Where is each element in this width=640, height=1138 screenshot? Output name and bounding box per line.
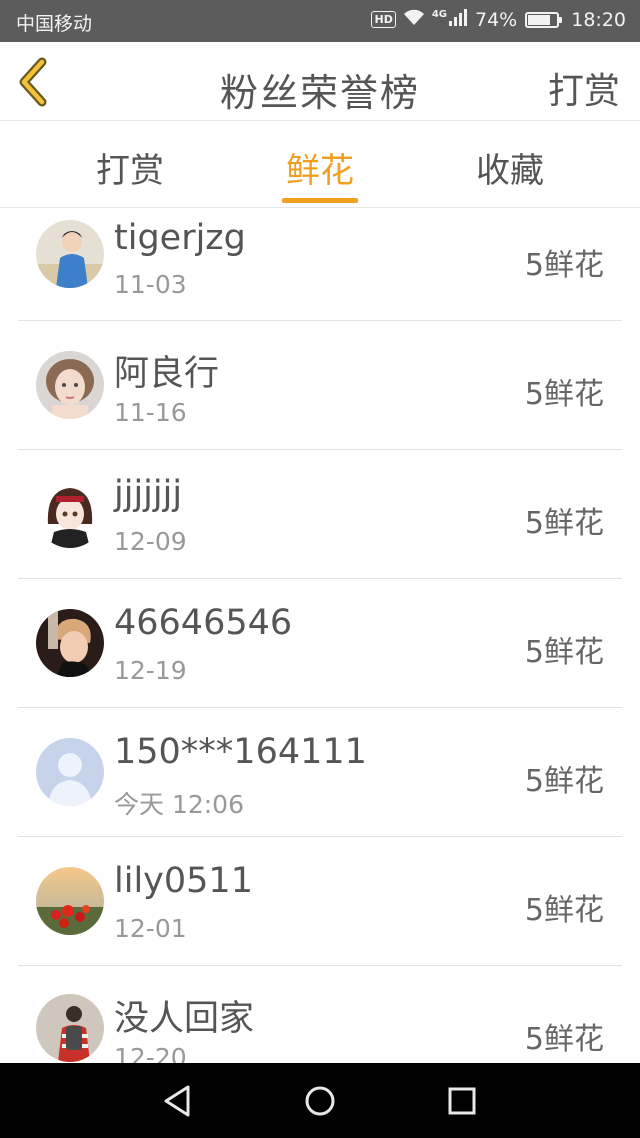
list-item[interactable]: 阿良行 11-16 5鲜花 xyxy=(0,321,640,450)
fan-name: tigerjzg xyxy=(114,218,246,258)
list-item[interactable]: jjjjjjj 12-09 5鲜花 xyxy=(0,450,640,579)
tab-favorites[interactable]: 收藏 xyxy=(415,143,605,192)
list-item[interactable]: 46646546 12-19 5鲜花 xyxy=(0,579,640,708)
fan-name: 没人回家 xyxy=(114,999,255,1039)
fan-date: 12-20 xyxy=(114,1043,187,1063)
flower-count: 5鲜花 xyxy=(524,635,604,670)
status-icons: HD 4G 74% 18:20 xyxy=(371,8,626,31)
avatar xyxy=(36,220,104,288)
avatar xyxy=(36,738,104,806)
avatar xyxy=(36,351,104,419)
fan-date: 11-16 xyxy=(114,398,187,427)
list-item[interactable]: 150***164111 今天 12:06 5鲜花 xyxy=(0,708,640,837)
system-nav-bar xyxy=(0,1063,640,1138)
nav-recent-button[interactable] xyxy=(442,1081,482,1121)
fan-date: 今天 12:06 xyxy=(114,790,244,819)
fan-date: 12-09 xyxy=(114,527,187,556)
active-tab-indicator xyxy=(282,198,358,203)
flower-count: 5鲜花 xyxy=(524,506,604,541)
clock: 18:20 xyxy=(571,8,626,31)
signal-icon xyxy=(449,8,469,31)
nav-home-button[interactable] xyxy=(300,1081,340,1121)
nav-back-icon xyxy=(164,1085,190,1117)
list-item[interactable]: 没人回家 12-20 5鲜花 xyxy=(0,966,640,1063)
fan-list[interactable]: tigerjzg 11-03 5鲜花 阿良行 11-16 5鲜花 jjjjjjj… xyxy=(0,208,640,1063)
list-item[interactable]: tigerjzg 11-03 5鲜花 xyxy=(0,208,640,321)
app-header: 粉丝荣誉榜 打赏 xyxy=(0,42,640,121)
flower-count: 5鲜花 xyxy=(524,1022,604,1057)
wifi-icon xyxy=(402,8,426,31)
avatar xyxy=(36,480,104,548)
network-type: 4G xyxy=(431,9,447,20)
status-bar: 中国移动 HD 4G 74% 18:20 xyxy=(0,0,640,42)
avatar xyxy=(36,867,104,935)
fan-name: 150***164111 xyxy=(114,732,367,772)
tab-reward[interactable]: 打赏 xyxy=(35,143,225,192)
nav-back-button[interactable] xyxy=(158,1081,198,1121)
fan-name: 阿良行 xyxy=(114,354,220,394)
battery-icon xyxy=(525,11,563,28)
fan-date: 12-01 xyxy=(114,914,187,943)
hd-icon: HD xyxy=(371,11,396,28)
tab-flowers[interactable]: 鲜花 xyxy=(225,143,415,192)
flower-count: 5鲜花 xyxy=(524,893,604,928)
fan-name: lily0511 xyxy=(114,861,253,901)
page-title: 粉丝荣誉榜 xyxy=(219,71,420,115)
battery-percent: 74% xyxy=(475,8,518,31)
fan-date: 12-19 xyxy=(114,656,187,685)
tab-bar: 打赏 鲜花 收藏 xyxy=(0,121,640,208)
carrier-name: 中国移动 xyxy=(16,13,93,35)
flower-count: 5鲜花 xyxy=(524,248,604,283)
nav-recent-icon xyxy=(448,1087,476,1115)
avatar xyxy=(36,994,104,1062)
avatar xyxy=(36,609,104,677)
fan-name: 46646546 xyxy=(114,603,293,643)
flower-count: 5鲜花 xyxy=(524,764,604,799)
flower-count: 5鲜花 xyxy=(524,377,604,412)
nav-home-icon xyxy=(305,1086,335,1116)
reward-button[interactable]: 打赏 xyxy=(548,62,620,114)
list-item[interactable]: lily0511 12-01 5鲜花 xyxy=(0,837,640,966)
fan-date: 11-03 xyxy=(114,270,187,299)
fan-name: jjjjjjj xyxy=(114,474,183,514)
